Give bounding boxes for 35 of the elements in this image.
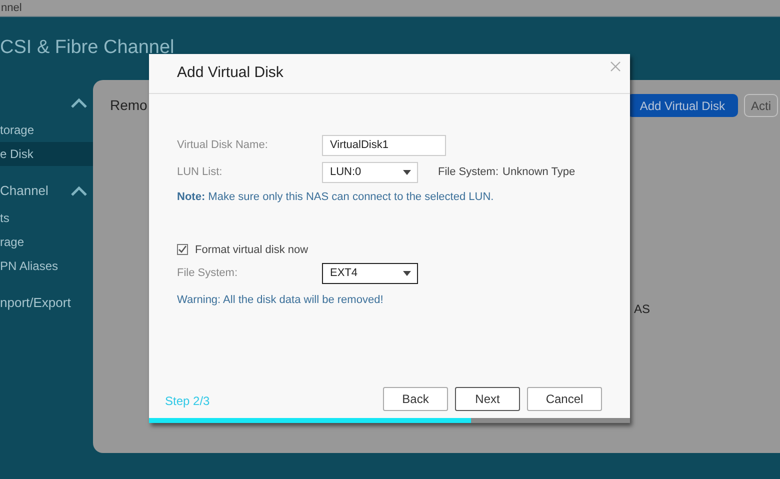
dialog-title: Add Virtual Disk: [177, 63, 284, 84]
sidebar-group[interactable]: Channel: [0, 181, 48, 201]
input-field[interactable]: VirtualDisk1: [322, 134, 446, 156]
sidebar-item[interactable]: PN Aliases: [0, 254, 93, 278]
info-value: Unknown Type: [502, 164, 576, 180]
dropdown[interactable]: EXT4: [322, 262, 418, 284]
panel-text: AS: [634, 301, 650, 318]
toolbar-button[interactable]: Acti: [744, 94, 778, 117]
step-indicator: Step 2/3: [165, 393, 210, 410]
caret-icon: [403, 270, 411, 276]
field-label: LUN List:: [177, 164, 224, 180]
chevron-icon[interactable]: [71, 98, 87, 108]
sidebar-item[interactable]: torage: [0, 118, 93, 142]
sidebar-item[interactable]: ts: [0, 206, 93, 230]
checkbox-label: Format virtual disk now: [195, 242, 308, 258]
check-icon: [178, 245, 187, 254]
checkbox[interactable]: [177, 244, 188, 256]
warning-text: Warning: All the disk data will be removed!: [177, 293, 384, 308]
app-title: CSI & Fibre Channel: [0, 36, 174, 60]
dialog-button[interactable]: Next: [455, 387, 520, 411]
field-label: Virtual Disk Name:: [177, 138, 269, 153]
sidebar-item[interactable]: rage: [0, 230, 93, 254]
note-text: Note: Make sure only this NAS can connect to the selected LUN.: [177, 190, 495, 205]
dialog-button[interactable]: Cancel: [527, 387, 602, 411]
panel-heading: Remo: [110, 96, 148, 115]
chevron-icon[interactable]: [71, 186, 87, 196]
dropdown[interactable]: LUN:0: [322, 162, 418, 182]
field-label: File System:: [177, 266, 239, 281]
caret-icon: [403, 170, 411, 174]
info-label: File System:: [438, 164, 499, 180]
sidebar-group[interactable]: nport/Export: [0, 293, 71, 313]
dialog-button[interactable]: Back: [383, 387, 448, 411]
sidebar-item[interactable]: e Disk: [0, 142, 93, 166]
close-icon: [610, 60, 620, 72]
window-title: nnel: [1, 0, 22, 16]
